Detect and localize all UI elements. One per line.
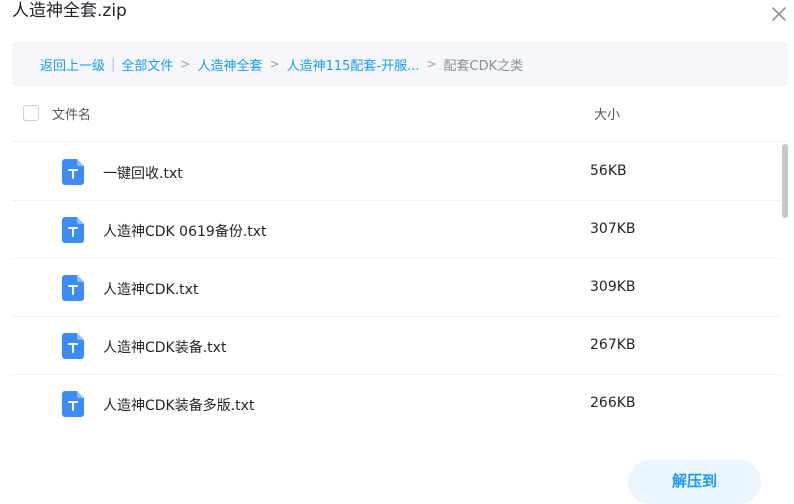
breadcrumb-item-folder[interactable]: 人造神全套 <box>197 55 262 74</box>
file-name: 人造神CDK装备多版.txt <box>103 398 255 414</box>
file-row[interactable]: 人造神CDK.txt 309KB <box>12 259 780 317</box>
column-header-size[interactable]: 大小 <box>594 104 620 123</box>
column-header-name[interactable]: 文件名 <box>52 104 91 123</box>
chevron-right-icon: > <box>426 57 437 71</box>
file-name: 一键回收.txt <box>103 166 183 182</box>
dialog-title: 人造神全套.zip <box>12 1 127 21</box>
breadcrumb-item-current: 配套CDK之类 <box>443 58 524 74</box>
close-icon[interactable] <box>769 4 789 24</box>
file-name: 人造神CDK.txt <box>103 282 199 298</box>
breadcrumb: 返回上一级 | 全部文件 > 人造神全套 > 人造神115配套-开服... > … <box>12 42 788 86</box>
file-size: 309KB <box>590 279 636 295</box>
text-file-icon <box>62 275 84 301</box>
file-row[interactable]: 人造神CDK 0619备份.txt 307KB <box>12 201 780 259</box>
file-list-header: 文件名 大小 <box>12 86 788 142</box>
file-size: 266KB <box>590 395 636 411</box>
file-list: 一键回收.txt 56KB 人造神CDK 0619备份.txt 307KB 人造… <box>12 143 780 433</box>
breadcrumb-item-subfolder[interactable]: 人造神115配套-开服... <box>287 55 420 74</box>
breadcrumb-back-link[interactable]: 返回上一级 <box>40 55 105 74</box>
text-file-icon <box>62 159 84 185</box>
breadcrumb-divider: | <box>111 56 116 72</box>
text-file-icon <box>62 217 84 243</box>
text-file-icon <box>62 391 84 417</box>
file-size: 267KB <box>590 337 636 353</box>
file-row[interactable]: 人造神CDK装备多版.txt 266KB <box>12 375 780 433</box>
list-scrollbar-thumb[interactable] <box>782 144 788 218</box>
file-size: 56KB <box>590 163 627 179</box>
file-row[interactable]: 一键回收.txt 56KB <box>12 143 780 201</box>
chevron-right-icon: > <box>269 57 280 71</box>
file-name: 人造神CDK装备.txt <box>103 340 227 356</box>
select-all-checkbox[interactable] <box>23 105 39 121</box>
file-name: 人造神CDK 0619备份.txt <box>103 224 267 240</box>
file-row[interactable]: 人造神CDK装备.txt 267KB <box>12 317 780 375</box>
text-file-icon <box>62 333 84 359</box>
file-size: 307KB <box>590 221 636 237</box>
breadcrumb-item-all-files[interactable]: 全部文件 <box>121 55 173 74</box>
chevron-right-icon: > <box>180 57 191 71</box>
extract-button[interactable]: 解压到 <box>628 460 761 504</box>
